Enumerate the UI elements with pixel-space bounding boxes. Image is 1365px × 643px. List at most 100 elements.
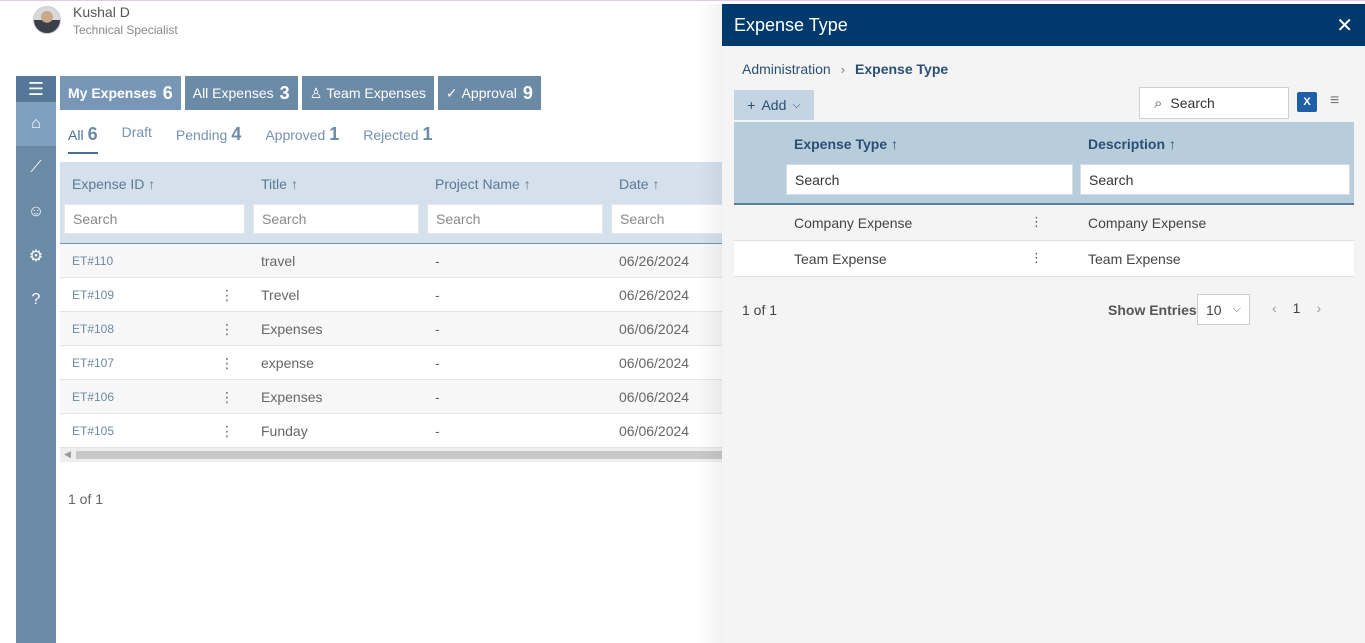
row-menu-icon[interactable]: ⋮ [220,355,234,372]
table-row[interactable]: Company Expense ⋮ Company Expense [734,205,1354,241]
expense-id-cell[interactable]: ET#106 [72,390,114,404]
expense-id-cell[interactable]: ET#110 [72,254,113,268]
description-search-input[interactable]: Search [1080,164,1350,195]
scroll-left-icon[interactable]: ◀ [64,449,71,460]
subtab-count: 1 [422,124,433,144]
column-header-date[interactable]: Date ↑ [619,176,659,192]
date-cell: 06/26/2024 [619,287,690,303]
avatar[interactable] [33,6,61,34]
search-icon: ⌕ [1154,94,1163,112]
expense-id-cell[interactable]: ET#105 [72,424,114,438]
column-header-expense-type[interactable]: Expense Type ↑ [794,136,898,152]
row-menu-icon[interactable]: ⋮ [220,321,234,338]
excel-export-icon[interactable]: X [1297,92,1317,112]
chevron-left-icon[interactable]: ‹ [1272,300,1277,316]
entries-value: 10 [1206,301,1222,318]
expense-id-cell[interactable]: ET#107 [72,356,114,370]
page-number[interactable]: 1 [1293,300,1301,316]
project-cell: - [435,355,440,371]
help-icon[interactable]: ? [16,278,56,322]
row-menu-icon[interactable]: ⋮ [1030,250,1043,266]
title-search-input[interactable]: Search [253,204,419,234]
breadcrumb-administration[interactable]: Administration [742,61,831,77]
table-row[interactable]: ET#110 travel - 06/26/2024 [60,244,730,278]
subtab-count: 6 [87,124,98,144]
subtab-label: Rejected [363,127,419,143]
tab-label: All Expenses [192,85,274,101]
table-row[interactable]: ET#107 ⋮ expense - 06/06/2024 [60,346,730,380]
description-cell: Company Expense [1088,215,1207,231]
entries-select[interactable]: 10 ⌵ [1197,294,1250,325]
table-row[interactable]: Team Expense ⋮ Team Expense [734,241,1354,277]
panel-grid-header: Expense Type ↑ Description ↑ Search Sear… [734,122,1354,205]
column-header-title[interactable]: Title ↑ [261,176,298,192]
date-cell: 06/06/2024 [619,389,690,405]
project-cell: - [435,389,440,405]
table-row[interactable]: ET#108 ⋮ Expenses - 06/06/2024 [60,312,730,346]
menu-icon[interactable]: ☰ [16,76,56,102]
row-menu-icon[interactable]: ⋮ [220,389,234,406]
subtab-label: Draft [121,124,152,140]
expense-id-cell[interactable]: ET#108 [72,322,114,336]
home-icon[interactable]: ⌂ [16,102,56,146]
subtab-all[interactable]: All 6 [68,124,98,154]
title-cell: travel [261,253,296,269]
gear-icon[interactable]: ⚙ [16,234,56,278]
panel-shadow [700,4,724,643]
subtab-approved[interactable]: Approved 1 [265,124,339,154]
user-settings-icon[interactable]: ☺ [16,190,56,234]
tab-approval[interactable]: ✓ Approval 9 [437,76,541,110]
chart-icon[interactable]: ⟋ [16,146,56,190]
expense-tabs: My Expenses 6 All Expenses 3 ♙ Team Expe… [60,76,541,110]
tab-my-expenses[interactable]: My Expenses 6 [60,76,181,110]
tab-all-expenses[interactable]: All Expenses 3 [184,76,298,110]
chevron-right-icon[interactable]: › [1316,300,1321,316]
check-icon: ✓ [445,84,458,101]
column-header-project-name[interactable]: Project Name ↑ [435,176,531,192]
table-row[interactable]: ET#109 ⋮ Trevel - 06/26/2024 [60,278,730,312]
title-cell: expense [261,355,314,371]
panel-pager: 1 of 1 Show Entries 10 ⌵ ‹ 1 › [742,294,1342,326]
subtab-rejected[interactable]: Rejected 1 [363,124,432,154]
horizontal-scrollbar[interactable]: ◀ [60,448,730,462]
user-role: Technical Specialist [73,23,178,37]
plus-icon: + [747,97,756,113]
breadcrumb-current: Expense Type [855,61,949,77]
row-menu-icon[interactable]: ⋮ [1030,214,1043,230]
column-chooser-icon[interactable]: ≡ [1330,92,1339,110]
subtab-label: Approved [265,127,326,143]
grid-body: ET#110 travel - 06/26/2024 ET#109 ⋮ Trev… [60,244,730,448]
user-name: Kushal D [73,4,130,20]
expense-id-search-input[interactable]: Search [64,204,245,234]
column-header-description[interactable]: Description ↑ [1088,136,1176,152]
chevron-down-icon: ⌵ [1232,303,1241,315]
expense-type-search-input[interactable]: Search [786,164,1073,195]
table-row[interactable]: ET#106 ⋮ Expenses - 06/06/2024 [60,380,730,414]
tab-team-expenses[interactable]: ♙ Team Expenses [301,76,434,110]
add-label: Add [761,97,787,113]
expense-type-cell: Team Expense [794,251,887,267]
project-search-input[interactable]: Search [427,204,603,234]
title-cell: Expenses [261,389,323,405]
add-button[interactable]: + Add ⌵ [734,90,814,120]
subtab-draft[interactable]: Draft [122,124,152,154]
page-nav: ‹ 1 › [1272,300,1321,316]
expense-id-cell[interactable]: ET#109 [72,288,114,302]
close-icon[interactable]: ✕ [1336,13,1353,38]
scrollbar-thumb[interactable] [76,451,730,459]
project-cell: - [435,321,440,337]
panel-search-input[interactable]: ⌕ Search [1139,87,1289,119]
row-menu-icon[interactable]: ⋮ [220,423,234,440]
subtab-pending[interactable]: Pending 4 [176,124,241,154]
subtab-label: Pending [175,127,228,143]
date-cell: 06/26/2024 [619,253,690,269]
expense-type-cell: Company Expense [794,215,913,231]
show-entries-label: Show Entries [1108,302,1197,318]
grid-pager: 1 of 1 [68,491,104,507]
column-header-expense-id[interactable]: Expense ID ↑ [72,176,155,192]
row-menu-icon[interactable]: ⋮ [220,287,234,304]
date-cell: 06/06/2024 [619,355,690,371]
left-rail: ☰ ⌂ ⟋ ☺ ⚙ ? [16,76,56,643]
subtab-label: All [68,127,84,143]
table-row[interactable]: ET#105 ⋮ Funday - 06/06/2024 [60,414,730,448]
